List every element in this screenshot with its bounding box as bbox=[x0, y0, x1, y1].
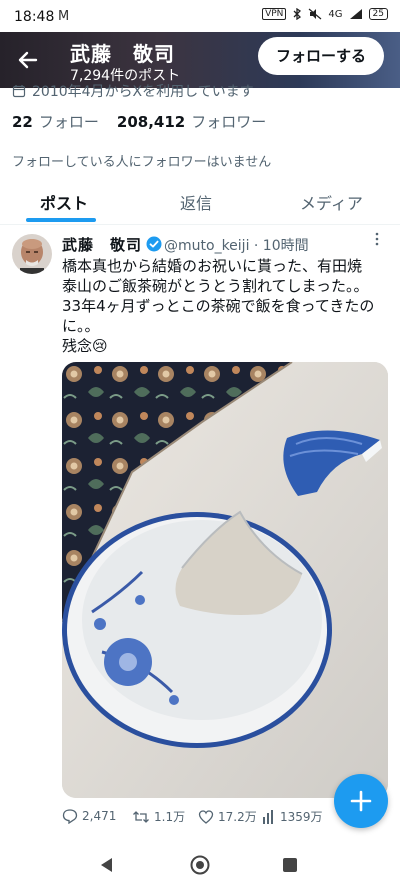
tweet-author-name[interactable]: 武藤 敬司 bbox=[62, 234, 142, 255]
battery-icon: 25 bbox=[368, 8, 388, 20]
like-button[interactable]: 17.2万 bbox=[198, 808, 257, 825]
views-icon bbox=[263, 809, 273, 824]
like-icon bbox=[198, 809, 214, 824]
repost-icon bbox=[133, 810, 149, 823]
status-time: 18:48 bbox=[14, 9, 55, 25]
joined-text: 2010年4月からXを利用しています bbox=[32, 84, 254, 100]
follow-button[interactable]: フォローする bbox=[258, 37, 384, 75]
more-icon[interactable] bbox=[374, 232, 380, 250]
avatar-image bbox=[12, 234, 52, 274]
nav-back-icon[interactable] bbox=[98, 856, 116, 874]
active-tab-indicator bbox=[26, 218, 96, 222]
network-label: 4G bbox=[328, 8, 343, 20]
bluetooth-icon bbox=[293, 8, 302, 20]
following-count[interactable]: 22 bbox=[12, 113, 33, 131]
repost-button[interactable]: 1.1万 bbox=[132, 808, 185, 825]
followers-label[interactable]: フォロワー bbox=[191, 111, 266, 132]
tweet-line: 泰山のご飯茶碗がとうとう割れてしまった。。 bbox=[62, 277, 369, 295]
verified-badge-icon bbox=[146, 236, 162, 252]
calendar-icon bbox=[12, 85, 26, 98]
tweet-line: 33年4ヶ月ずっとこの茶碗で飯を食ってきたの bbox=[62, 297, 375, 315]
like-count: 17.2万 bbox=[218, 810, 257, 824]
repost-count: 1.1万 bbox=[154, 810, 186, 824]
views-button[interactable]: 1359万 bbox=[262, 808, 323, 825]
mail-icon: M bbox=[58, 9, 70, 24]
status-bar: 18:48 M VPN 4G 25 bbox=[0, 0, 400, 32]
tweet-photo[interactable] bbox=[62, 362, 388, 798]
tweet-text: 橋本真也から結婚のお祝いに貰った、有田焼 泰山のご飯茶碗がとうとう割れてしまった… bbox=[62, 256, 392, 356]
reply-icon bbox=[62, 809, 78, 824]
status-icons: VPN 4G 25 bbox=[262, 8, 388, 20]
tweet-line: 橋本真也から結婚のお祝いに貰った、有田焼 bbox=[62, 257, 363, 275]
follow-stats: 22 フォロー 208,412 フォロワー bbox=[12, 111, 266, 132]
nav-recents-icon[interactable] bbox=[282, 857, 298, 873]
tweet-handle-time: @muto_keiji · 10時間 bbox=[164, 238, 309, 254]
tweet-line: 残念😢 bbox=[62, 337, 108, 355]
back-button[interactable] bbox=[12, 44, 44, 76]
mute-icon bbox=[309, 8, 322, 20]
nav-home-icon[interactable] bbox=[190, 855, 210, 875]
tab-posts[interactable]: ポスト bbox=[40, 190, 88, 214]
mutual-followers-note: フォローしている人にフォロワーはいません bbox=[12, 155, 272, 170]
avatar[interactable] bbox=[12, 234, 52, 274]
compose-button[interactable] bbox=[334, 774, 388, 828]
vpn-badge: VPN bbox=[262, 8, 287, 20]
joined-date: 2010年4月からXを利用しています bbox=[12, 81, 254, 101]
views-count: 1359万 bbox=[280, 810, 323, 824]
tab-media[interactable]: メディア bbox=[300, 190, 363, 214]
reply-button[interactable]: 2,471 bbox=[62, 808, 116, 824]
followers-count[interactable]: 208,412 bbox=[117, 113, 185, 131]
signal-icon bbox=[349, 9, 362, 19]
tweet-line: に。。 bbox=[62, 317, 100, 335]
tab-replies[interactable]: 返信 bbox=[180, 190, 212, 214]
broken-bowl-image bbox=[62, 362, 388, 798]
back-arrow-icon bbox=[18, 51, 38, 69]
header-name: 武藤 敬司 bbox=[70, 42, 175, 66]
reply-count: 2,471 bbox=[82, 809, 117, 823]
system-nav-bar bbox=[0, 840, 400, 888]
compose-plus-icon bbox=[350, 790, 372, 812]
following-label[interactable]: フォロー bbox=[39, 111, 99, 132]
